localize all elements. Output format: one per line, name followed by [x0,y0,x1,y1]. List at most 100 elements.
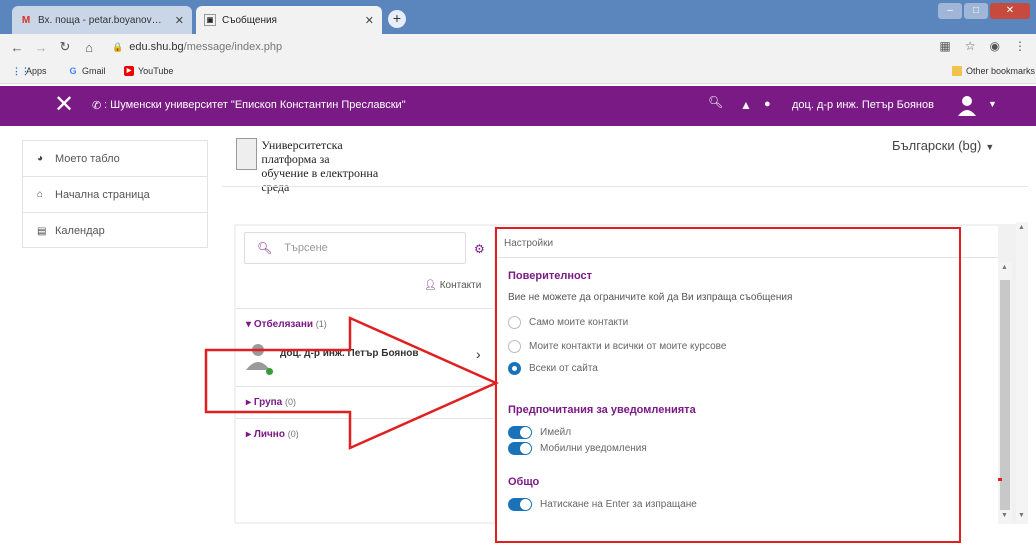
logo-line-2: обучение в електронна среда [261,166,379,194]
profile-icon[interactable]: ◉ [990,39,1000,53]
reload-icon[interactable]: ↻ [58,39,72,55]
close-icon[interactable]: ✕ [175,14,184,27]
toggle-email[interactable]: Имейл [508,426,571,439]
moodle-icon: ▣ [204,14,216,26]
gmail-icon: M [21,14,31,26]
lock-icon: 🔒 [112,41,124,52]
scroll-up-icon[interactable]: ▲ [1001,264,1008,271]
search-input[interactable]: 🔍︎ Търсене [244,232,466,264]
forward-arrow-icon[interactable]: → [34,40,48,55]
scrollbar-thumb[interactable] [1000,280,1010,510]
bookmark-youtube[interactable]: ▶ YouTube [124,66,173,76]
scroll-down-icon[interactable]: ▼ [1001,512,1008,519]
bookmark-apps[interactable]: ⋮⋮ Apps [12,66,47,76]
page-scrollbar[interactable]: ▲ ▼ [1016,222,1028,524]
tab-gmail[interactable]: M Вх. поща - petar.boyanov@shu.b ✕ [12,6,192,34]
home-icon[interactable]: ⌂ [82,40,96,55]
address-bar-row: ← → ↻ ⌂ 🔒 edu.shu.bg/message/index.php ▦… [0,34,1036,60]
section-count: (0) [285,397,297,407]
conversation-item[interactable]: доц. д-р инж. Петър Боянов › [236,338,494,380]
logo-line-1: Университетска платформа за [261,138,343,166]
apps-grid-icon: ⋮⋮ [12,66,30,76]
nav-item-home[interactable]: ⌂ Начална страница [23,177,207,213]
radio-anyone-on-site[interactable]: Всеки от сайта [508,362,598,375]
search-placeholder: Търсене [284,242,328,254]
nav-item-label: Календар [55,225,105,237]
section-count: (1) [315,319,327,329]
search-icon: 🔍︎ [257,241,273,255]
close-icon[interactable]: ✕ [365,14,374,27]
conversation-name: доц. д-р инж. Петър Боянов [280,348,419,359]
google-icon: G [69,66,77,76]
bookmark-label: Gmail [82,66,106,76]
header-divider [222,186,1028,187]
tab-title: Вх. поща - petar.boyanov@shu.b [38,14,171,26]
caret-down-icon: ▾ [246,319,254,330]
chevron-right-icon: › [476,346,481,362]
back-arrow-icon[interactable]: ← [10,40,24,55]
maximize-button[interactable]: □ [964,3,988,19]
section-group[interactable]: ▸ Група (0) [236,386,494,416]
contacts-label: Контакти [439,280,482,291]
toggle-enter-to-send[interactable]: Натискане на Enter за изпращане [508,498,697,511]
radio-contacts-and-courses[interactable]: Моите контакти и всички от моите курсове [508,340,726,353]
url-field[interactable]: 🔒 edu.shu.bg/message/index.php [112,37,932,57]
scroll-up-icon[interactable]: ▲ [1018,224,1025,231]
bookmark-label: Apps [26,66,47,76]
tab-title: Съобщения [222,14,277,26]
privacy-heading: Поверителност [508,270,593,282]
toggle-mobile[interactable]: Мобилни уведомления [508,442,647,455]
star-icon[interactable]: ☆ [965,39,976,53]
radio-circle [508,340,521,353]
radio-label: Моите контакти и всички от моите курсове [529,341,727,352]
other-bookmarks[interactable]: Other bookmarks [952,66,1035,76]
settings-scrollbar[interactable]: ▲ ▼ [998,262,1012,524]
new-tab-button[interactable]: + [388,10,406,28]
section-count: (0) [287,429,299,439]
left-navigation: ◕ Моето табло ⌂ Начална страница ▤ Кален… [22,140,208,248]
site-navbar: ✕ ✆ : Шуменски университет "Епископ Конс… [0,86,1036,126]
other-bookmarks-label: Other bookmarks [966,66,1036,76]
nav-item-dashboard[interactable]: ◕ Моето табло [23,141,207,177]
scroll-down-icon[interactable]: ▼ [1018,512,1025,519]
gear-icon[interactable]: ⚙ [474,242,485,256]
toggle-label: Мобилни уведомления [540,443,647,454]
close-drawer-icon[interactable]: ✕ [54,92,74,118]
toggle-switch [508,498,532,511]
nav-item-label: Моето табло [55,152,120,165]
translate-icon[interactable]: ▦ [939,39,950,53]
language-selector[interactable]: Български (bg) ▼ [892,138,994,153]
avatar[interactable] [956,94,978,116]
general-heading: Общо [508,476,540,488]
site-title: : Шуменски университет "Епископ Констант… [104,99,406,111]
window-close-button[interactable]: ✕ [990,3,1030,19]
calendar-icon: ▤ [37,225,47,237]
nav-item-label: Начална страница [55,188,150,201]
bell-icon[interactable]: ▲ [740,98,752,112]
radio-my-contacts[interactable]: Само моите контакти [508,316,628,329]
chat-icon[interactable]: ● [764,98,771,110]
menu-dots-icon[interactable]: ⋮ [1014,39,1026,53]
minimize-button[interactable]: – [938,3,962,19]
phone-icon: ✆ [92,100,102,112]
radio-circle [508,362,521,375]
dashboard-icon: ◕ [37,153,44,164]
bookmarks-bar: ⋮⋮ Apps G Gmail ▶ YouTube Other bookmark… [0,60,1036,84]
toggle-label: Имейл [540,427,572,438]
url-host: edu.shu.bg [129,41,184,53]
tab-messages[interactable]: ▣ Съобщения ✕ [196,6,382,34]
search-icon[interactable]: 🔍︎ [708,95,723,109]
chevron-down-icon[interactable]: ▼ [988,99,997,109]
bookmark-label: YouTube [138,66,174,76]
home-icon: ⌂ [37,189,44,200]
folder-icon [952,66,962,76]
user-name[interactable]: доц. д-р инж. Петър Боянов [792,99,934,111]
online-status-dot [266,368,273,375]
section-label: Лично [253,429,285,440]
site-logo[interactable]: Университетска платформа за обучение в е… [236,138,396,194]
nav-item-calendar[interactable]: ▤ Календар [23,213,207,249]
section-private[interactable]: ▸ Лично (0) [236,418,494,448]
bookmark-gmail[interactable]: G Gmail [68,66,106,76]
contacts-link[interactable]: 👤︎ Контакти [424,280,481,291]
section-starred[interactable]: ▾ Отбелязани (1) [236,308,494,338]
